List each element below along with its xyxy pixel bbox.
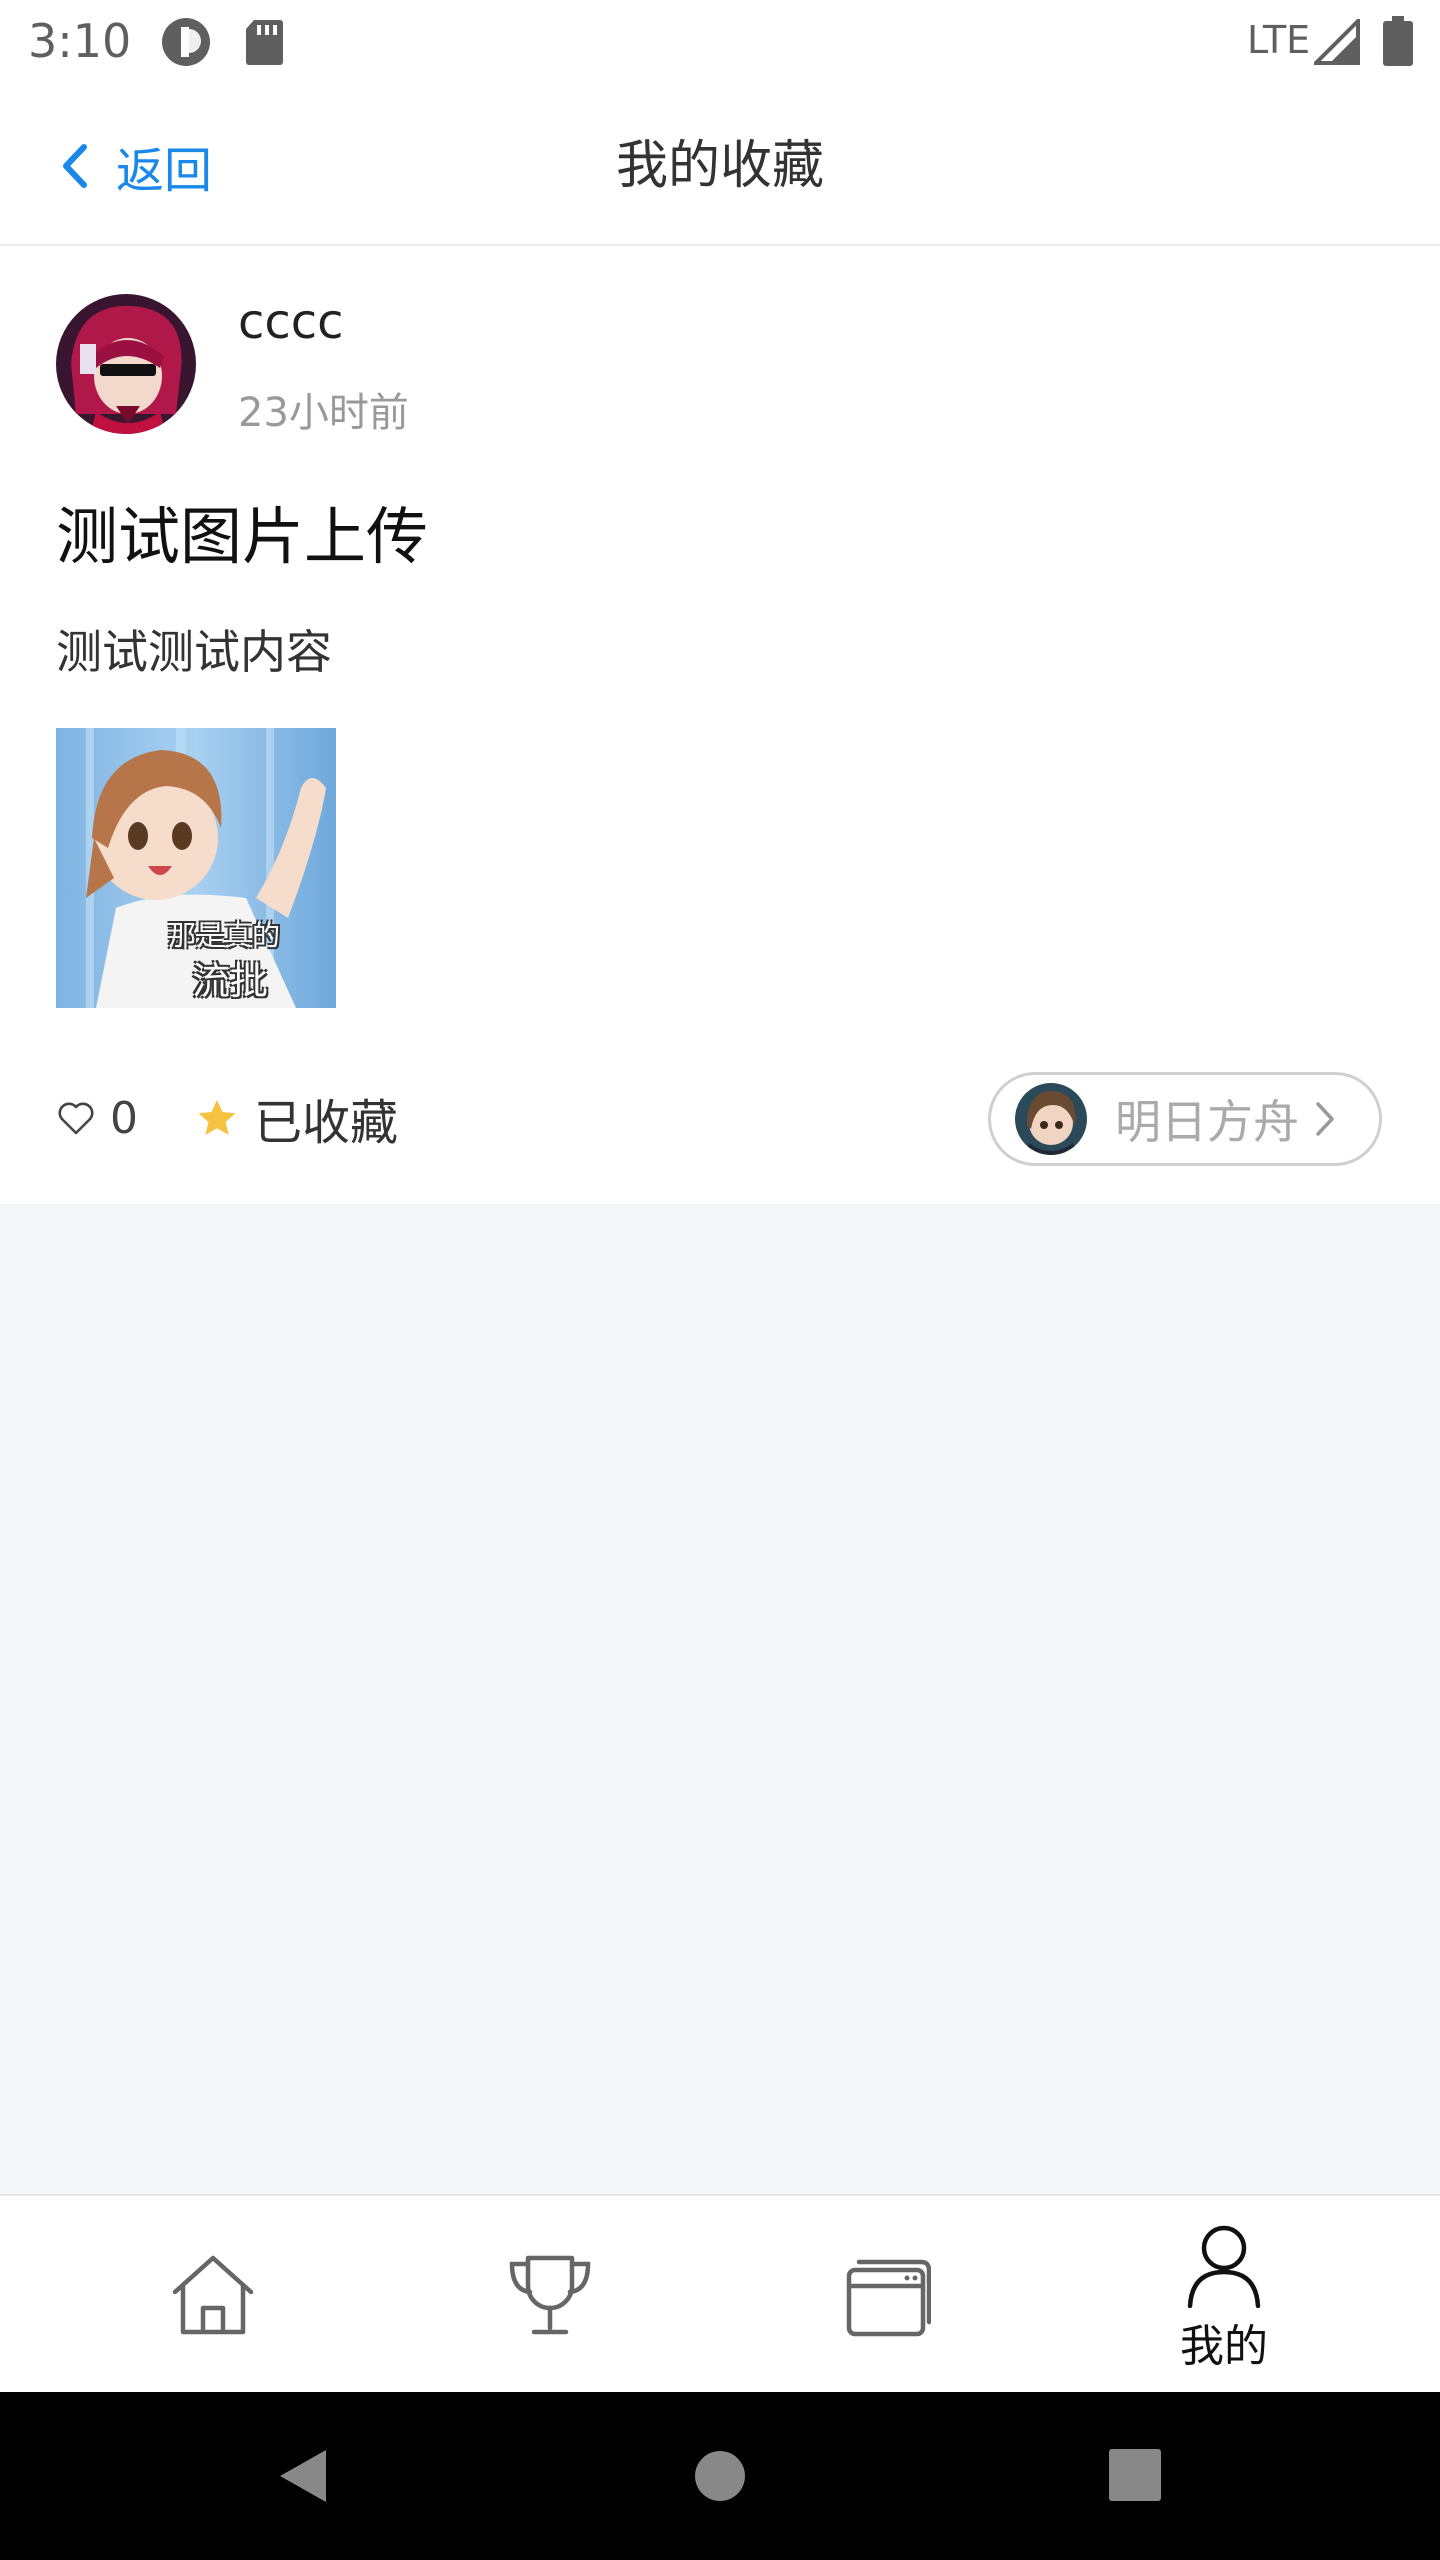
tab-cards[interactable] bbox=[707, 2196, 1067, 2394]
topic-tag-button[interactable]: 明日方舟 bbox=[988, 1072, 1382, 1166]
network-type: LTE bbox=[1247, 18, 1311, 62]
like-count: 0 bbox=[110, 1092, 138, 1144]
page-title: 我的收藏 bbox=[615, 136, 824, 196]
tab-home[interactable] bbox=[33, 2196, 393, 2394]
battery-icon bbox=[1383, 16, 1413, 66]
recents-square-icon[interactable] bbox=[1108, 2448, 1162, 2502]
cards-icon bbox=[846, 2259, 931, 2337]
tab-mine-label: 我的 bbox=[1180, 2321, 1268, 2372]
chevron-right-icon bbox=[1316, 1102, 1334, 1136]
post-content: 测试测试内容 bbox=[56, 625, 332, 679]
post-title: 测试图片上传 bbox=[56, 500, 429, 573]
favorite-button[interactable]: 已收藏 bbox=[196, 1086, 399, 1151]
post-card[interactable]: cccc 23小时前 测试图片上传 测试测试内容 那是真的 流批 0 已收藏 明… bbox=[0, 246, 1440, 1204]
tab-trophy[interactable] bbox=[370, 2196, 730, 2394]
trophy-icon bbox=[509, 2255, 591, 2335]
bottom-tab-bar: 我的 bbox=[0, 2194, 1440, 2394]
star-icon bbox=[198, 1100, 236, 1135]
username[interactable]: cccc bbox=[238, 294, 344, 350]
image-caption-line2: 流批 bbox=[192, 959, 269, 1003]
notification-app-icon bbox=[162, 18, 210, 66]
favorite-label: 已收藏 bbox=[254, 1095, 399, 1151]
post-timestamp: 23小时前 bbox=[238, 390, 409, 436]
avatar-image bbox=[56, 294, 196, 434]
topic-avatar bbox=[1015, 1083, 1087, 1155]
home-circle-icon[interactable] bbox=[694, 2450, 746, 2502]
status-time: 3:10 bbox=[28, 14, 132, 68]
system-nav-bar bbox=[0, 2392, 1440, 2560]
topic-label: 明日方舟 bbox=[1115, 1095, 1299, 1149]
home-icon bbox=[172, 2255, 254, 2335]
back-triangle-icon[interactable] bbox=[274, 2446, 330, 2506]
signal-icon bbox=[1314, 19, 1360, 65]
topic-avatar-graphic bbox=[1015, 1083, 1087, 1155]
status-bar: 3:10 LTE bbox=[0, 0, 1440, 84]
image-caption-line1: 那是真的 bbox=[168, 919, 281, 952]
sd-card-icon bbox=[246, 20, 283, 65]
post-image[interactable]: 那是真的 流批 bbox=[56, 728, 336, 1008]
person-icon bbox=[1187, 2225, 1261, 2308]
top-nav-bar: 返回 我的收藏 bbox=[0, 84, 1440, 246]
user-avatar[interactable] bbox=[56, 294, 196, 434]
like-button[interactable]: 0 bbox=[56, 1086, 138, 1150]
tab-mine[interactable]: 我的 bbox=[1044, 2196, 1404, 2394]
heart-icon bbox=[58, 1102, 94, 1135]
